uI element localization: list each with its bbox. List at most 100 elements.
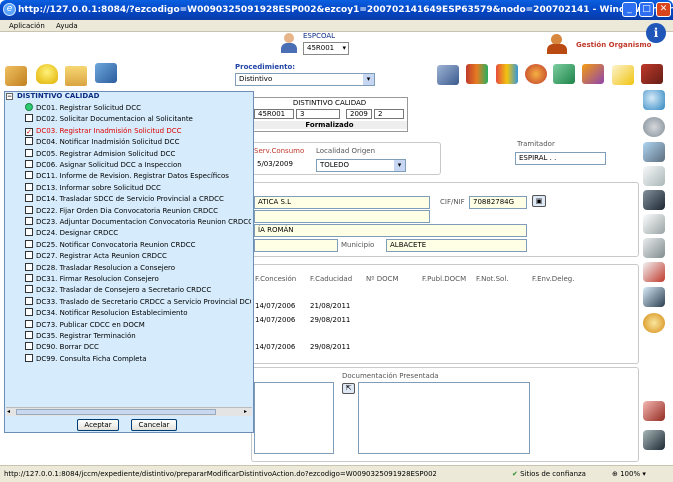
tree-task-item[interactable]: DC01. Registrar Solicitud DCC	[25, 103, 251, 114]
paper-icon[interactable]	[612, 65, 634, 85]
computer-icon[interactable]	[95, 63, 117, 83]
task-checkbox[interactable]	[25, 114, 33, 123]
scroll-right-icon[interactable]: ▸	[244, 409, 250, 415]
scroll-thumb[interactable]	[16, 409, 216, 415]
trusted-zone[interactable]: ✔ Sitios de confianza	[512, 466, 586, 482]
search-document-icon[interactable]	[553, 64, 575, 84]
tree-task-item[interactable]: DC27. Registrar Acta Reunion CRDCC	[25, 251, 251, 262]
task-checkbox[interactable]	[25, 342, 33, 351]
binoculars-icon[interactable]	[643, 430, 665, 450]
task-checkbox[interactable]	[25, 228, 33, 237]
tree-task-item[interactable]: DC11. Informe de Revision. Registrar Dat…	[25, 171, 251, 182]
back-icon[interactable]	[643, 117, 665, 137]
id-card-icon[interactable]: ▣	[532, 195, 546, 207]
add-document-icon[interactable]: ⇱	[342, 383, 355, 394]
task-checkbox[interactable]	[25, 239, 33, 248]
info-icon[interactable]: i	[646, 23, 666, 43]
tree-task-item[interactable]: DC13. Informar sobre Solicitud DCC	[25, 182, 251, 194]
cancelar-button[interactable]: Cancelar	[131, 419, 177, 431]
task-checkbox[interactable]	[25, 319, 33, 328]
tree-task-item[interactable]: DC22. Fijar Orden Dia Convocatoria Reuni…	[25, 205, 251, 217]
task-checkbox[interactable]	[25, 308, 33, 317]
user-print-icon[interactable]	[643, 287, 665, 307]
user-select[interactable]: 45R001 ▾	[303, 42, 349, 55]
firefox-icon[interactable]	[525, 64, 547, 84]
tree-task-item[interactable]: DC73. Publicar CDCC en DOCM	[25, 319, 251, 331]
localidad-select[interactable]: TOLEDO ▾	[316, 159, 406, 172]
menu-aplicacion[interactable]: Aplicación	[9, 22, 45, 30]
tree-horizontal-scrollbar[interactable]: ◂ ▸	[6, 407, 252, 416]
task-checkbox[interactable]	[25, 171, 33, 180]
aceptar-button[interactable]: Aceptar	[77, 419, 119, 431]
people-icon[interactable]	[582, 64, 604, 84]
magnifier-icon[interactable]	[643, 90, 665, 110]
task-checkbox[interactable]	[25, 274, 33, 282]
collapse-icon[interactable]: −	[6, 93, 13, 100]
minimize-button[interactable]: _	[622, 2, 637, 17]
tree-task-item[interactable]: DC35. Registrar Terminación	[25, 331, 251, 342]
book-icon[interactable]	[641, 64, 663, 84]
direccion-field[interactable]	[254, 239, 338, 252]
tree-task-item[interactable]: DC05. Registrar Admision Solicitud DCC	[25, 148, 251, 160]
task-checkbox[interactable]	[25, 262, 33, 271]
tree-task-item[interactable]: DC06. Asignar Solicitud DCC a Inspeccion	[25, 160, 251, 171]
procedimiento-select[interactable]: Distintivo ▾	[235, 73, 375, 86]
tree-task-item[interactable]: ✓ DC03. Registrar Inadmisión Solicitud DC…	[25, 126, 251, 137]
stack-icon[interactable]	[643, 142, 665, 162]
task-checkbox[interactable]	[25, 182, 33, 191]
scissors-icon[interactable]	[643, 214, 665, 234]
laptop-icon[interactable]	[437, 65, 459, 85]
tree-task-item[interactable]: DC14. Trasladar SDCC de Servicio Provinc…	[25, 194, 251, 205]
empresa-name[interactable]: ATICA S.L	[254, 196, 430, 209]
folder-icon[interactable]	[65, 66, 87, 86]
tree-task-item[interactable]: DC99. Consulta Ficha Completa	[25, 353, 251, 365]
task-checkbox[interactable]	[25, 205, 33, 214]
organismo-icon[interactable]	[547, 34, 569, 54]
printer-icon[interactable]	[643, 238, 665, 258]
books-icon[interactable]	[466, 64, 488, 84]
tree-task-item[interactable]: DC31. Firmar Resolucion Consejero	[25, 274, 251, 285]
tree-task-item[interactable]: DC90. Borrar DCC	[25, 342, 251, 353]
task-checkbox[interactable]: ✓	[25, 127, 33, 136]
cif-field[interactable]: 70882784G	[469, 196, 527, 209]
task-checkbox[interactable]	[25, 160, 33, 168]
settings-gear-icon[interactable]	[643, 313, 665, 333]
person-field[interactable]: ÍA ROMÁN	[254, 224, 527, 237]
zoom-control[interactable]: ⊕ 100% ▾	[612, 466, 646, 482]
tools-icon[interactable]	[643, 401, 665, 421]
scroll-left-icon[interactable]: ◂	[7, 409, 13, 415]
empresa-line2[interactable]	[254, 210, 430, 223]
tramitador-field[interactable]: ESPIRAL . .	[515, 152, 606, 165]
observaciones-textarea[interactable]	[254, 382, 334, 454]
tool-edit-icon[interactable]	[5, 66, 27, 86]
municipio-field[interactable]: ALBACETE	[386, 239, 527, 252]
tree-task-item[interactable]: DC23. Adjuntar Documentacion Convocatori…	[25, 217, 251, 228]
tree-task-item[interactable]: DC04. Notificar Inadmisión Solicitud DCC	[25, 137, 251, 148]
task-checkbox[interactable]	[25, 194, 33, 203]
menu-ayuda[interactable]: Ayuda	[56, 22, 78, 30]
tree-task-item[interactable]: DC24. Designar CRDCC	[25, 228, 251, 239]
maximize-button[interactable]: □	[639, 2, 654, 17]
tree-task-item[interactable]: DC28. Trasladar Resolucion a Consejero	[25, 262, 251, 274]
tree-task-item[interactable]: DC25. Notificar Convocatoria Reunion CRD…	[25, 239, 251, 251]
library-icon[interactable]	[496, 64, 518, 84]
lightbulb-icon[interactable]	[36, 64, 58, 84]
floppy-disk-icon[interactable]	[643, 190, 665, 210]
task-checkbox[interactable]	[25, 251, 33, 260]
close-button[interactable]: ✕	[656, 2, 671, 17]
tree-task-item[interactable]: DC32. Trasladar de Consejero a Secretari…	[25, 285, 251, 296]
tree-task-item[interactable]: DC34. Notificar Resolucion Establecimien…	[25, 308, 251, 319]
task-checkbox[interactable]	[25, 217, 33, 225]
task-checkbox[interactable]	[25, 331, 33, 339]
task-checkbox[interactable]	[25, 148, 33, 157]
task-checkbox[interactable]	[25, 285, 33, 294]
task-checkbox[interactable]	[25, 353, 33, 362]
tree-task-item[interactable]: DC02. Solicitar Documentacion al Solicit…	[25, 114, 251, 125]
task-checkbox[interactable]	[25, 296, 33, 305]
pages-icon[interactable]	[643, 166, 665, 186]
tree-root[interactable]: − DISTINTIVO CALIDAD	[5, 92, 253, 101]
documentacion-textarea[interactable]	[358, 382, 530, 454]
tree-task-item[interactable]: DC33. Traslado de Secretario CRDCC a Ser…	[25, 296, 251, 308]
paperclip-icon[interactable]	[643, 262, 665, 282]
task-checkbox[interactable]	[25, 137, 33, 146]
